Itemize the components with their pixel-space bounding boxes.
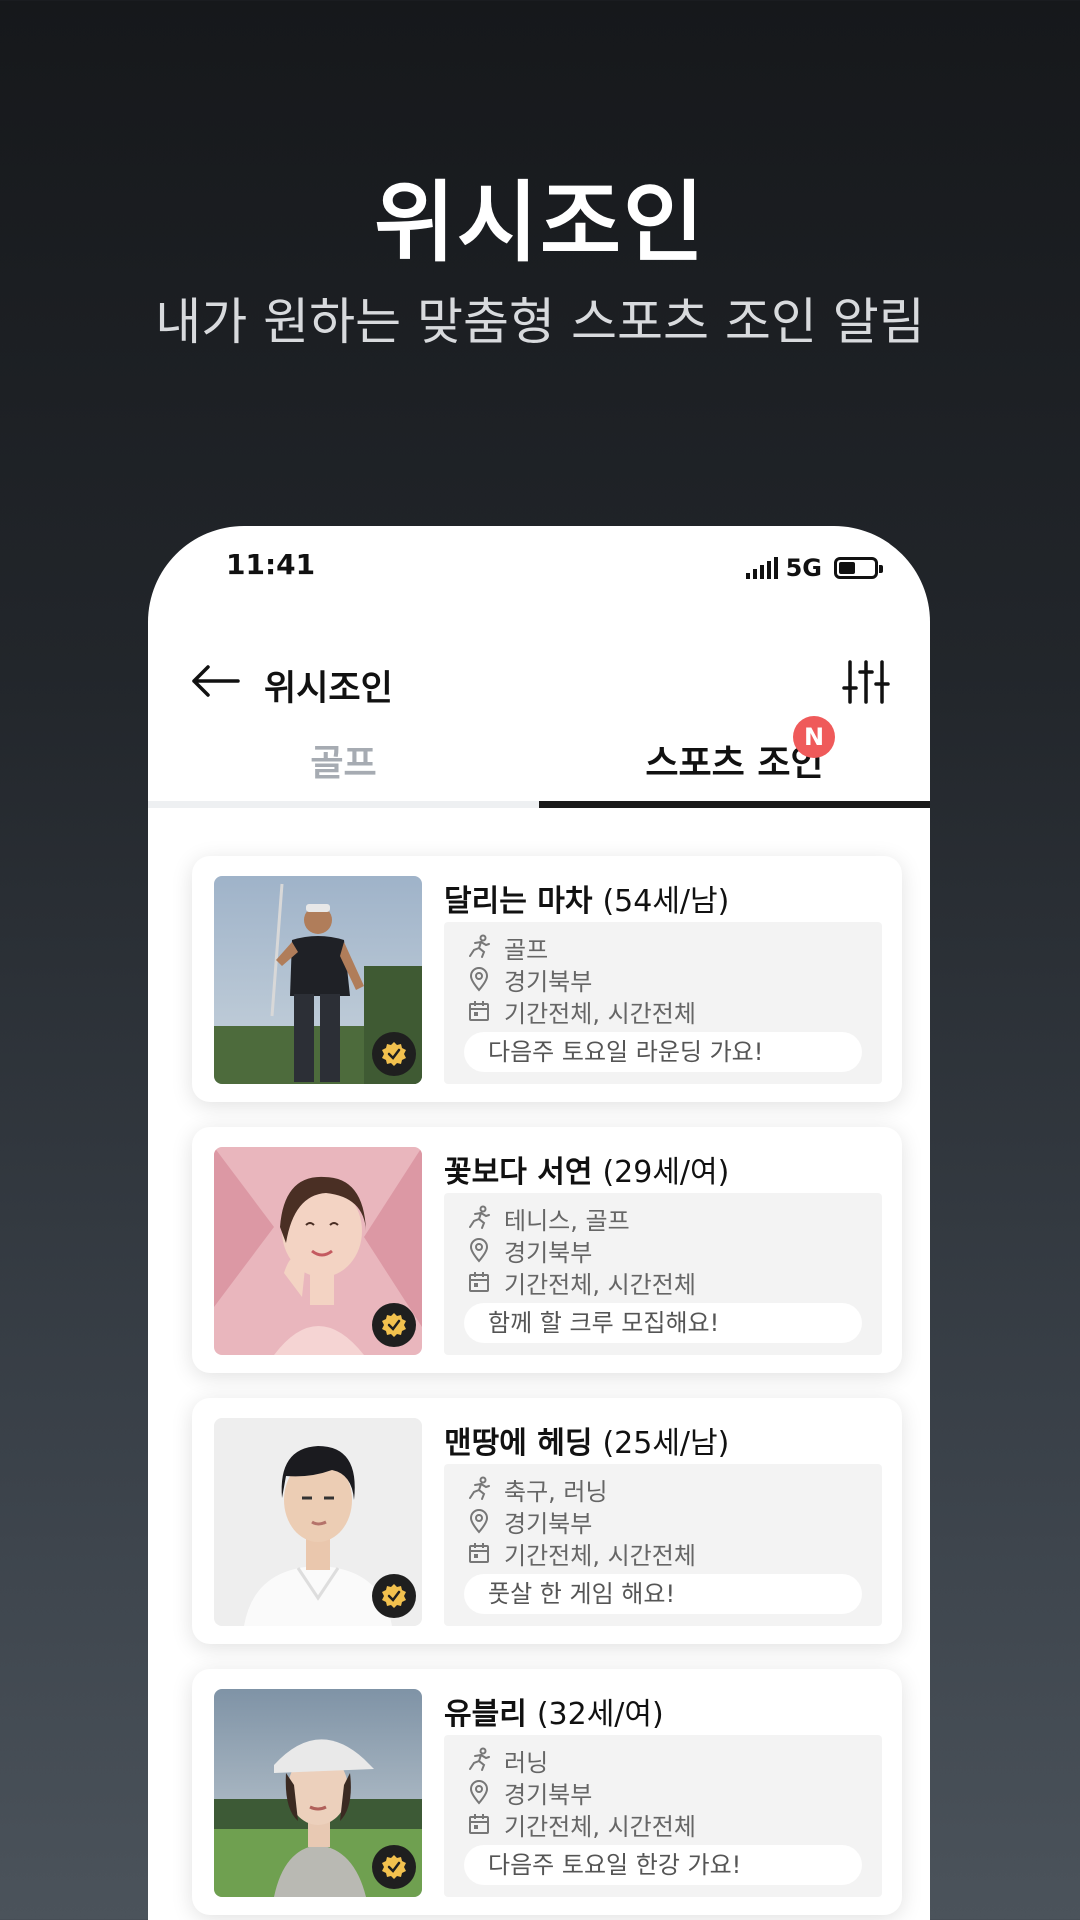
sport-text: 테니스, 골프 — [504, 1206, 630, 1235]
nickname: 꽃보다 서연 — [444, 1155, 593, 1190]
card-title: 맨땅에 헤딩 (25세/남) — [444, 1418, 729, 1462]
location-row: 경기북부 — [466, 1777, 593, 1809]
list-item[interactable]: 꽃보다 서연 (29세/여) 테니스, 골프 경기북부 기간전체, 시간전체 함께… — [192, 1127, 902, 1373]
age-gender: (54세/남) — [602, 884, 730, 919]
location-pin-icon — [469, 967, 489, 992]
verified-badge-icon — [372, 1845, 416, 1889]
info-box: 테니스, 골프 경기북부 기간전체, 시간전체 함께 할 크루 모집해요! — [444, 1193, 882, 1355]
verified-badge-icon — [372, 1574, 416, 1618]
sport-text: 러닝 — [504, 1748, 549, 1777]
sliders-icon — [842, 660, 890, 704]
arrow-left-icon — [192, 665, 240, 697]
age-gender: (32세/여) — [536, 1697, 664, 1732]
sport-row: 축구, 러닝 — [466, 1474, 608, 1506]
message-pill: 함께 할 크루 모집해요! — [464, 1303, 862, 1343]
calendar-icon — [469, 1272, 489, 1292]
running-icon — [469, 1747, 490, 1771]
nickname: 맨땅에 헤딩 — [444, 1426, 593, 1461]
location-row: 경기북부 — [466, 1506, 593, 1538]
time-row: 기간전체, 시간전체 — [466, 1267, 696, 1299]
location-row: 경기북부 — [466, 964, 593, 996]
profile-photo — [214, 876, 422, 1084]
tab-golf[interactable]: 골프 — [148, 724, 539, 808]
list-item[interactable]: 달리는 마차 (54세/남) 골프 경기북부 기간전체, 시간전체 다음주 토요일… — [192, 856, 902, 1102]
card-title: 꽃보다 서연 (29세/여) — [444, 1147, 729, 1191]
location-pin-icon — [469, 1509, 489, 1534]
sport-row: 테니스, 골프 — [466, 1203, 630, 1235]
message-pill: 풋살 한 게임 해요! — [464, 1574, 862, 1614]
location-pin-icon — [469, 1238, 489, 1263]
time-text: 기간전체, 시간전체 — [504, 1812, 696, 1841]
new-badge: N — [793, 716, 835, 758]
card-title: 유블리 (32세/여) — [444, 1689, 664, 1733]
status-indicators: 5G — [745, 554, 883, 582]
calendar-icon — [469, 1814, 489, 1834]
verified-badge-icon — [372, 1303, 416, 1347]
status-time: 11:41 — [226, 548, 316, 581]
calendar-icon — [469, 1543, 489, 1563]
sport-row: 러닝 — [466, 1745, 549, 1777]
sport-text: 골프 — [504, 935, 549, 964]
network-label: 5G — [785, 554, 822, 582]
time-row: 기간전체, 시간전체 — [466, 1538, 696, 1570]
sport-row: 골프 — [466, 932, 549, 964]
back-button[interactable] — [188, 656, 244, 706]
info-box: 골프 경기북부 기간전체, 시간전체 다음주 토요일 라운딩 가요! — [444, 922, 882, 1084]
location-text: 경기북부 — [504, 1238, 593, 1267]
running-icon — [469, 1476, 490, 1500]
info-box: 러닝 경기북부 기간전체, 시간전체 다음주 토요일 한강 가요! — [444, 1735, 882, 1897]
calendar-icon — [469, 1001, 489, 1021]
time-text: 기간전체, 시간전체 — [504, 1270, 696, 1299]
time-text: 기간전체, 시간전체 — [504, 999, 696, 1028]
join-list: 달리는 마차 (54세/남) 골프 경기북부 기간전체, 시간전체 다음주 토요일… — [192, 856, 902, 1920]
message-pill: 다음주 토요일 라운딩 가요! — [464, 1032, 862, 1072]
running-icon — [469, 1205, 490, 1229]
profile-photo — [214, 1418, 422, 1626]
filter-button[interactable] — [840, 656, 892, 708]
age-gender: (25세/남) — [602, 1426, 730, 1461]
time-text: 기간전체, 시간전체 — [504, 1541, 696, 1570]
list-item[interactable]: 맨땅에 헤딩 (25세/남) 축구, 러닝 경기북부 기간전체, 시간전체 풋살 … — [192, 1398, 902, 1644]
location-text: 경기북부 — [504, 967, 593, 996]
location-pin-icon — [469, 1780, 489, 1805]
hero-title: 위시조인 — [374, 171, 706, 274]
verified-badge-icon — [372, 1032, 416, 1076]
list-item[interactable]: 유블리 (32세/여) 러닝 경기북부 기간전체, 시간전체 다음주 토요일 한강… — [192, 1669, 902, 1915]
time-row: 기간전체, 시간전체 — [466, 1809, 696, 1841]
phone-screen: 11:41 5G 위시조인 골프 스포츠 조인 N 달리는 마차 (54세/남)… — [148, 526, 930, 1920]
age-gender: (29세/여) — [602, 1155, 730, 1190]
nickname: 달리는 마차 — [444, 884, 593, 919]
signal-icon — [745, 557, 778, 579]
hero-subtitle: 내가 원하는 맞춤형 스포츠 조인 알림 — [155, 293, 925, 351]
info-box: 축구, 러닝 경기북부 기간전체, 시간전체 풋살 한 게임 해요! — [444, 1464, 882, 1626]
sport-text: 축구, 러닝 — [504, 1477, 608, 1506]
time-row: 기간전체, 시간전체 — [466, 996, 696, 1028]
nickname: 유블리 — [444, 1697, 527, 1732]
running-icon — [469, 934, 490, 958]
location-text: 경기북부 — [504, 1509, 593, 1538]
card-title: 달리는 마차 (54세/남) — [444, 876, 729, 920]
profile-photo — [214, 1147, 422, 1355]
tab-sports-join[interactable]: 스포츠 조인 — [539, 724, 930, 808]
page-title: 위시조인 — [264, 669, 393, 709]
location-text: 경기북부 — [504, 1780, 593, 1809]
message-pill: 다음주 토요일 한강 가요! — [464, 1845, 862, 1885]
location-row: 경기북부 — [466, 1235, 593, 1267]
battery-icon — [834, 557, 883, 579]
profile-photo — [214, 1689, 422, 1897]
